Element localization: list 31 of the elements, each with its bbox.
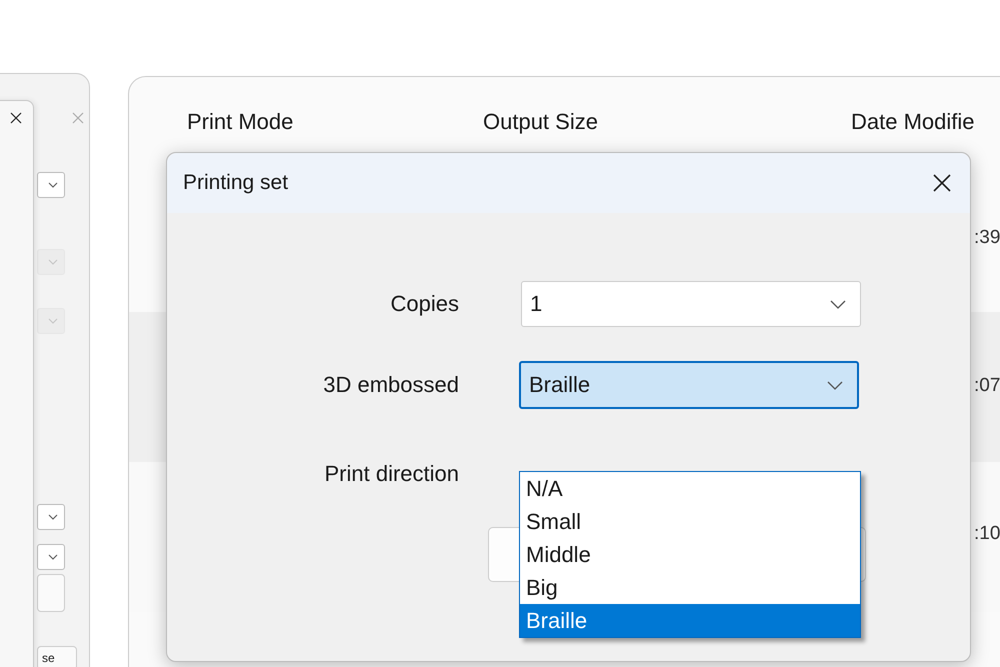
dropdown-option[interactable]: Middle bbox=[520, 538, 860, 571]
table-cell: :07 bbox=[974, 375, 1000, 397]
field-label: 3D embossed bbox=[322, 372, 459, 398]
dropdown-option[interactable]: Small bbox=[520, 505, 860, 538]
chevron-icon bbox=[48, 318, 58, 324]
chevron-icon bbox=[48, 514, 58, 520]
column-header[interactable]: Output Size bbox=[483, 109, 598, 135]
field-label: Print direction bbox=[323, 461, 459, 487]
chevron-icon bbox=[48, 554, 58, 560]
field-label: Copies bbox=[390, 291, 459, 317]
chevron-icon bbox=[48, 259, 58, 265]
close-icon[interactable] bbox=[932, 173, 952, 193]
dropdown-option[interactable]: N/A bbox=[520, 472, 860, 505]
chevron-icon bbox=[48, 182, 58, 188]
dialog-button[interactable]: se bbox=[37, 646, 77, 667]
chevron-icon bbox=[830, 300, 846, 308]
chevron-icon bbox=[827, 380, 843, 390]
dropdown-field[interactable] bbox=[37, 544, 65, 570]
dropdown-field[interactable] bbox=[37, 504, 65, 530]
dialog-title: Printing set bbox=[183, 171, 288, 195]
column-header[interactable]: Print Mode bbox=[187, 109, 294, 135]
dropdown-option[interactable]: Braille bbox=[520, 604, 860, 637]
dropdown-field[interactable]: 1 bbox=[521, 281, 861, 327]
text-field[interactable] bbox=[37, 574, 65, 612]
dropdown-field[interactable] bbox=[37, 172, 65, 198]
dropdown-field[interactable]: Braille bbox=[519, 361, 859, 409]
close-icon[interactable] bbox=[10, 112, 22, 124]
table-cell: :39 bbox=[974, 227, 1000, 249]
column-header[interactable]: Date Modifie bbox=[851, 109, 975, 135]
table-cell: :10 bbox=[974, 523, 1000, 545]
dropdown-option[interactable]: Big bbox=[520, 571, 860, 604]
